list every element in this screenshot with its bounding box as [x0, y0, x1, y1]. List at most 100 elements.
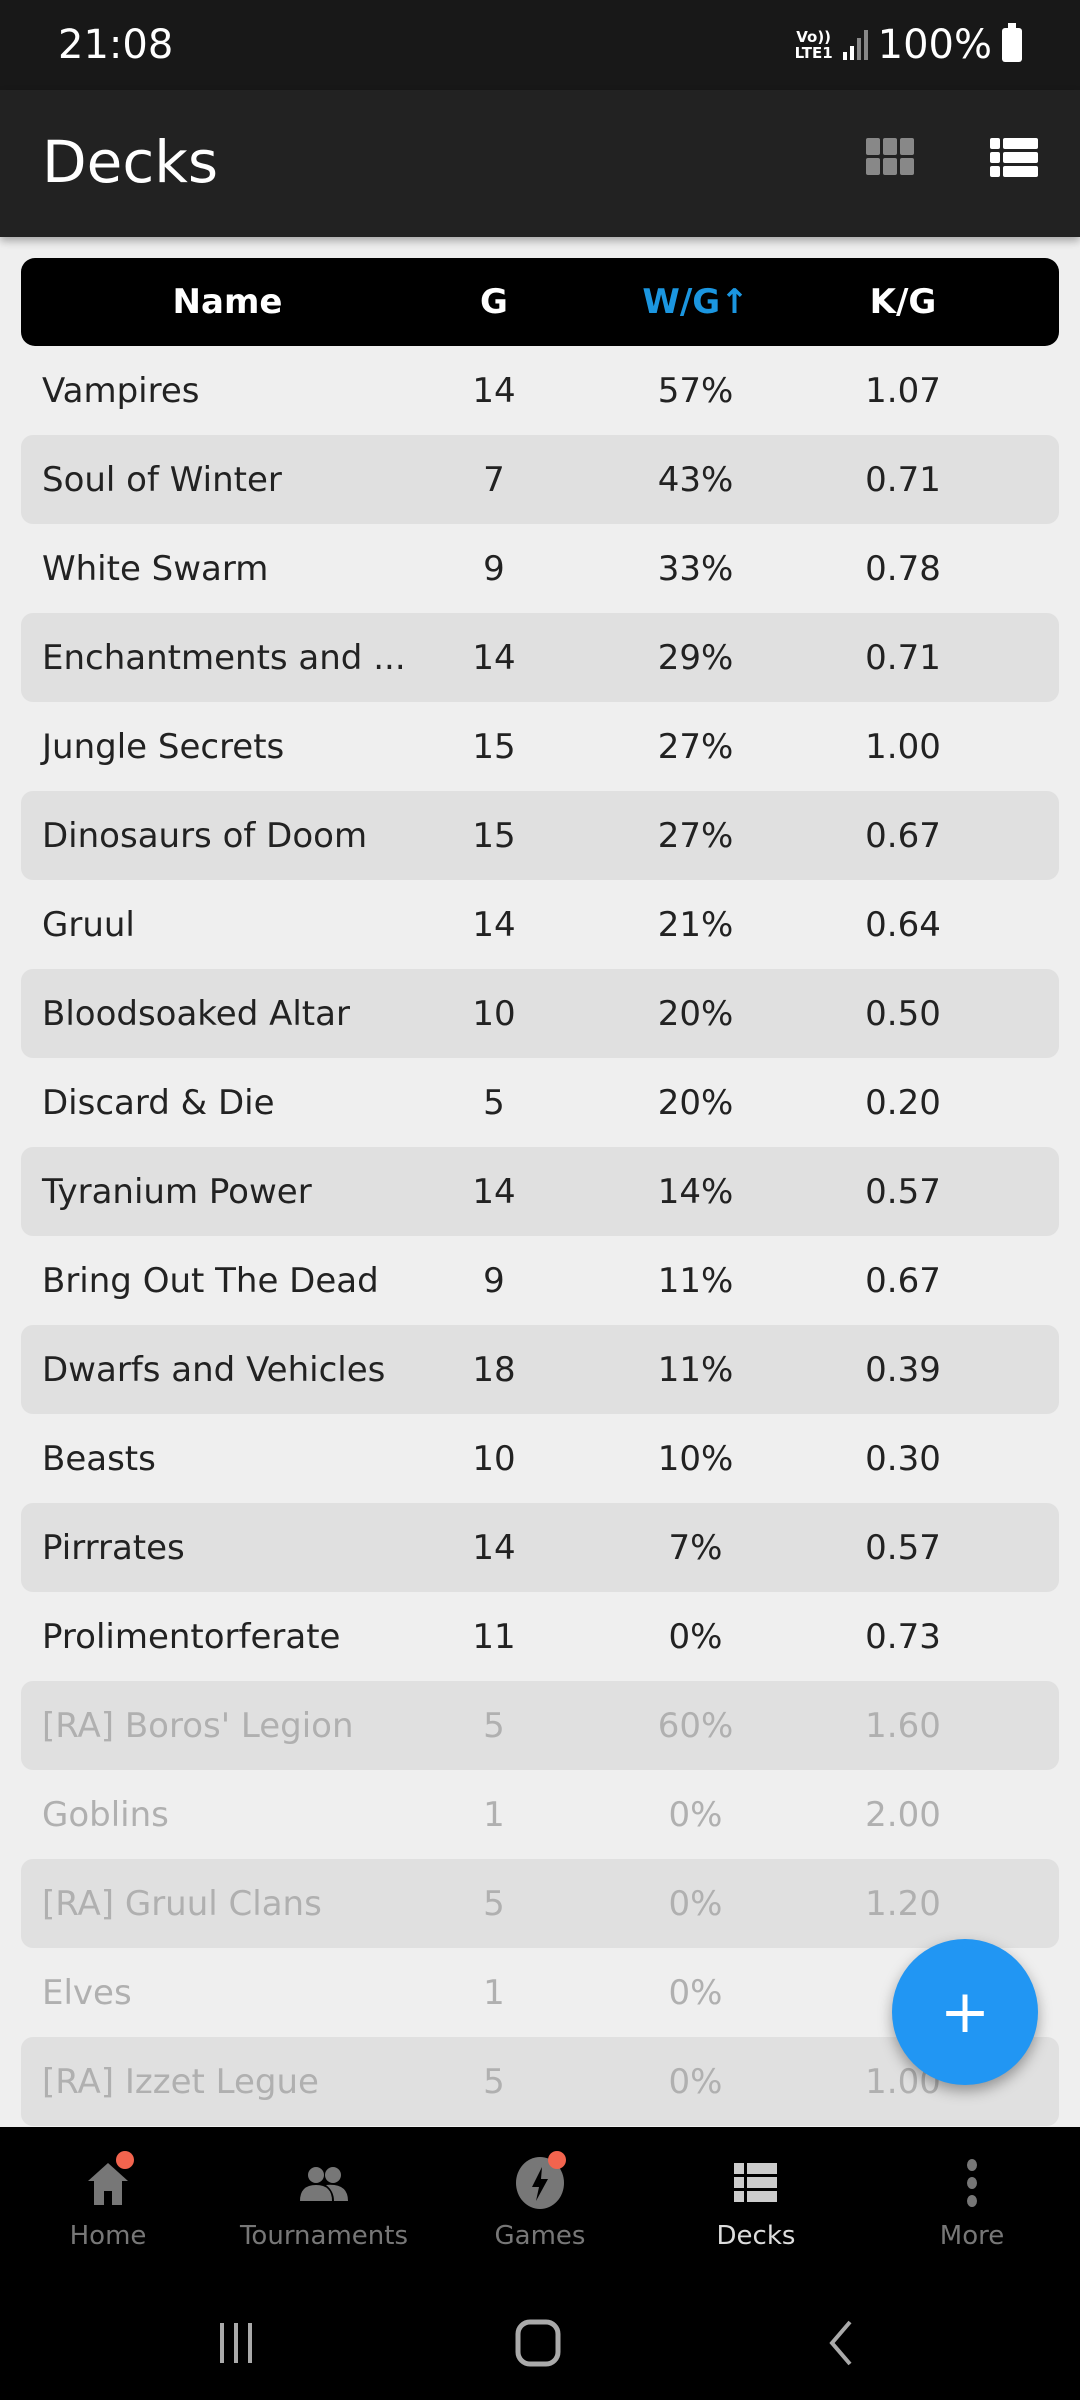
games-cell: 14 — [472, 370, 516, 411]
back-icon[interactable] — [820, 2318, 860, 2368]
win-rate-cell: 0% — [668, 1883, 723, 1924]
table-row[interactable]: Jungle Secrets 15 27% 1.00 — [21, 702, 1059, 791]
kills-per-game-cell: 0.20 — [865, 1082, 941, 1123]
table-row[interactable]: Discard & Die 5 20% 0.20 — [21, 1058, 1059, 1147]
table-row[interactable]: [RA] Gruul Clans 5 0% 1.20 — [21, 1859, 1059, 1948]
home-system-icon[interactable] — [512, 2318, 568, 2368]
win-rate-cell: 7% — [668, 1527, 723, 1568]
header-wins-per-game[interactable]: W/G↑ — [554, 282, 837, 322]
table-row[interactable]: White Swarm 9 33% 0.78 — [21, 524, 1059, 613]
table-row[interactable]: Pirrrates 14 7% 0.57 — [21, 1503, 1059, 1592]
table-row[interactable]: Enchantments and ... 14 29% 0.71 — [21, 613, 1059, 702]
nav-decks-label: Decks — [716, 2221, 796, 2251]
list-icon — [990, 138, 1038, 177]
games-cell: 10 — [472, 993, 516, 1034]
header-kills-per-game[interactable]: K/G — [837, 282, 969, 322]
games-cell: 15 — [472, 815, 516, 856]
deck-name-cell: Prolimentorferate — [42, 1616, 341, 1657]
system-nav-bar — [0, 2280, 1080, 2400]
games-cell: 5 — [483, 1705, 505, 1746]
deck-name-cell: Dinosaurs of Doom — [42, 815, 368, 856]
table-row[interactable]: Vampires 14 57% 1.07 — [21, 346, 1059, 435]
header-games[interactable]: G — [434, 282, 554, 322]
list-view-button[interactable] — [990, 138, 1044, 188]
deck-name-cell: Pirrrates — [42, 1527, 185, 1568]
plus-icon: + — [939, 1977, 991, 2047]
table-row[interactable]: Prolimentorferate 11 0% 0.73 — [21, 1592, 1059, 1681]
table-row[interactable]: Bloodsoaked Altar 10 20% 0.50 — [21, 969, 1059, 1058]
kills-per-game-cell: 1.00 — [865, 726, 941, 767]
kills-per-game-cell: 0.71 — [865, 637, 941, 678]
app-bar: Decks — [0, 90, 1080, 237]
recents-icon[interactable] — [212, 2318, 262, 2368]
battery-percent: 100% — [877, 22, 992, 68]
deck-name-cell: Bloodsoaked Altar — [42, 993, 350, 1034]
kills-per-game-cell: 1.20 — [865, 1883, 941, 1924]
win-rate-cell: 0% — [668, 1972, 723, 2013]
kills-per-game-cell: 0.71 — [865, 459, 941, 500]
nav-tournaments-label: Tournaments — [239, 2221, 409, 2251]
deck-name-cell: Jungle Secrets — [42, 726, 285, 767]
signal-icon — [842, 30, 868, 60]
win-rate-cell: 0% — [668, 1794, 723, 1835]
bottom-nav: Home Tournaments Games Decks More — [0, 2127, 1080, 2280]
deck-name-cell: Gruul — [42, 904, 135, 945]
games-cell: 5 — [483, 1082, 505, 1123]
people-icon — [296, 2155, 352, 2211]
table-row[interactable]: Bring Out The Dead 9 11% 0.67 — [21, 1236, 1059, 1325]
games-cell: 14 — [472, 1527, 516, 1568]
deck-name-cell: Elves — [42, 1972, 132, 2013]
grid-view-button[interactable] — [866, 138, 920, 188]
kills-per-game-cell: 0.67 — [865, 1260, 941, 1301]
win-rate-cell: 11% — [657, 1260, 734, 1301]
table-row[interactable]: [RA] Boros' Legion 5 60% 1.60 — [21, 1681, 1059, 1770]
win-rate-cell: 27% — [657, 815, 734, 856]
table-row[interactable]: Gruul 14 21% 0.64 — [21, 880, 1059, 969]
notification-badge — [116, 2151, 134, 2169]
table-row[interactable]: Goblins 1 0% 2.00 — [21, 1770, 1059, 1859]
add-deck-button[interactable]: + — [892, 1939, 1038, 2085]
nav-decks[interactable]: Decks — [648, 2127, 864, 2280]
games-cell: 9 — [483, 548, 505, 589]
win-rate-cell: 20% — [657, 993, 734, 1034]
deck-name-cell: Beasts — [42, 1438, 156, 1479]
win-rate-cell: 11% — [657, 1349, 734, 1390]
table-row[interactable]: Dwarfs and Vehicles 18 11% 0.39 — [21, 1325, 1059, 1414]
deck-name-cell: Goblins — [42, 1794, 169, 1835]
games-cell: 9 — [483, 1260, 505, 1301]
decks-table: Name G W/G↑ K/G Vampires 14 57% 1.07 Soul of… — [21, 258, 1059, 2126]
table-row[interactable]: Tyranium Power 14 14% 0.57 — [21, 1147, 1059, 1236]
kills-per-game-cell: 1.60 — [865, 1705, 941, 1746]
kills-per-game-cell: 0.64 — [865, 904, 941, 945]
games-cell: 7 — [483, 459, 505, 500]
games-cell: 18 — [472, 1349, 516, 1390]
nav-tournaments[interactable]: Tournaments — [216, 2127, 432, 2280]
deck-name-cell: Bring Out The Dead — [42, 1260, 379, 1301]
table-row[interactable]: Dinosaurs of Doom 15 27% 0.67 — [21, 791, 1059, 880]
win-rate-cell: 20% — [657, 1082, 734, 1123]
nav-games[interactable]: Games — [432, 2127, 648, 2280]
win-rate-cell: 33% — [657, 548, 734, 589]
kills-per-game-cell: 2.00 — [865, 1794, 941, 1835]
header-name[interactable]: Name — [21, 282, 434, 322]
status-time: 21:08 — [58, 22, 174, 68]
deck-name-cell: Vampires — [42, 370, 200, 411]
table-row[interactable]: Soul of Winter 7 43% 0.71 — [21, 435, 1059, 524]
win-rate-cell: 60% — [657, 1705, 734, 1746]
table-body: Vampires 14 57% 1.07 Soul of Winter 7 43% 0.71 W… — [21, 346, 1059, 2126]
table-header: Name G W/G↑ K/G — [21, 258, 1059, 346]
games-cell: 14 — [472, 637, 516, 678]
table-row[interactable]: Beasts 10 10% 0.30 — [21, 1414, 1059, 1503]
nav-games-label: Games — [494, 2221, 586, 2251]
nav-home[interactable]: Home — [0, 2127, 216, 2280]
deck-name-cell: Soul of Winter — [42, 459, 282, 500]
nav-more[interactable]: More — [864, 2127, 1080, 2280]
deck-name-cell: Enchantments and ... — [42, 637, 406, 678]
games-cell: 14 — [472, 1171, 516, 1212]
decks-icon — [728, 2155, 784, 2211]
kills-per-game-cell: 0.67 — [865, 815, 941, 856]
win-rate-cell: 0% — [668, 1616, 723, 1657]
win-rate-cell: 57% — [657, 370, 734, 411]
games-cell: 14 — [472, 904, 516, 945]
deck-name-cell: [RA] Izzet Legue — [42, 2061, 319, 2102]
